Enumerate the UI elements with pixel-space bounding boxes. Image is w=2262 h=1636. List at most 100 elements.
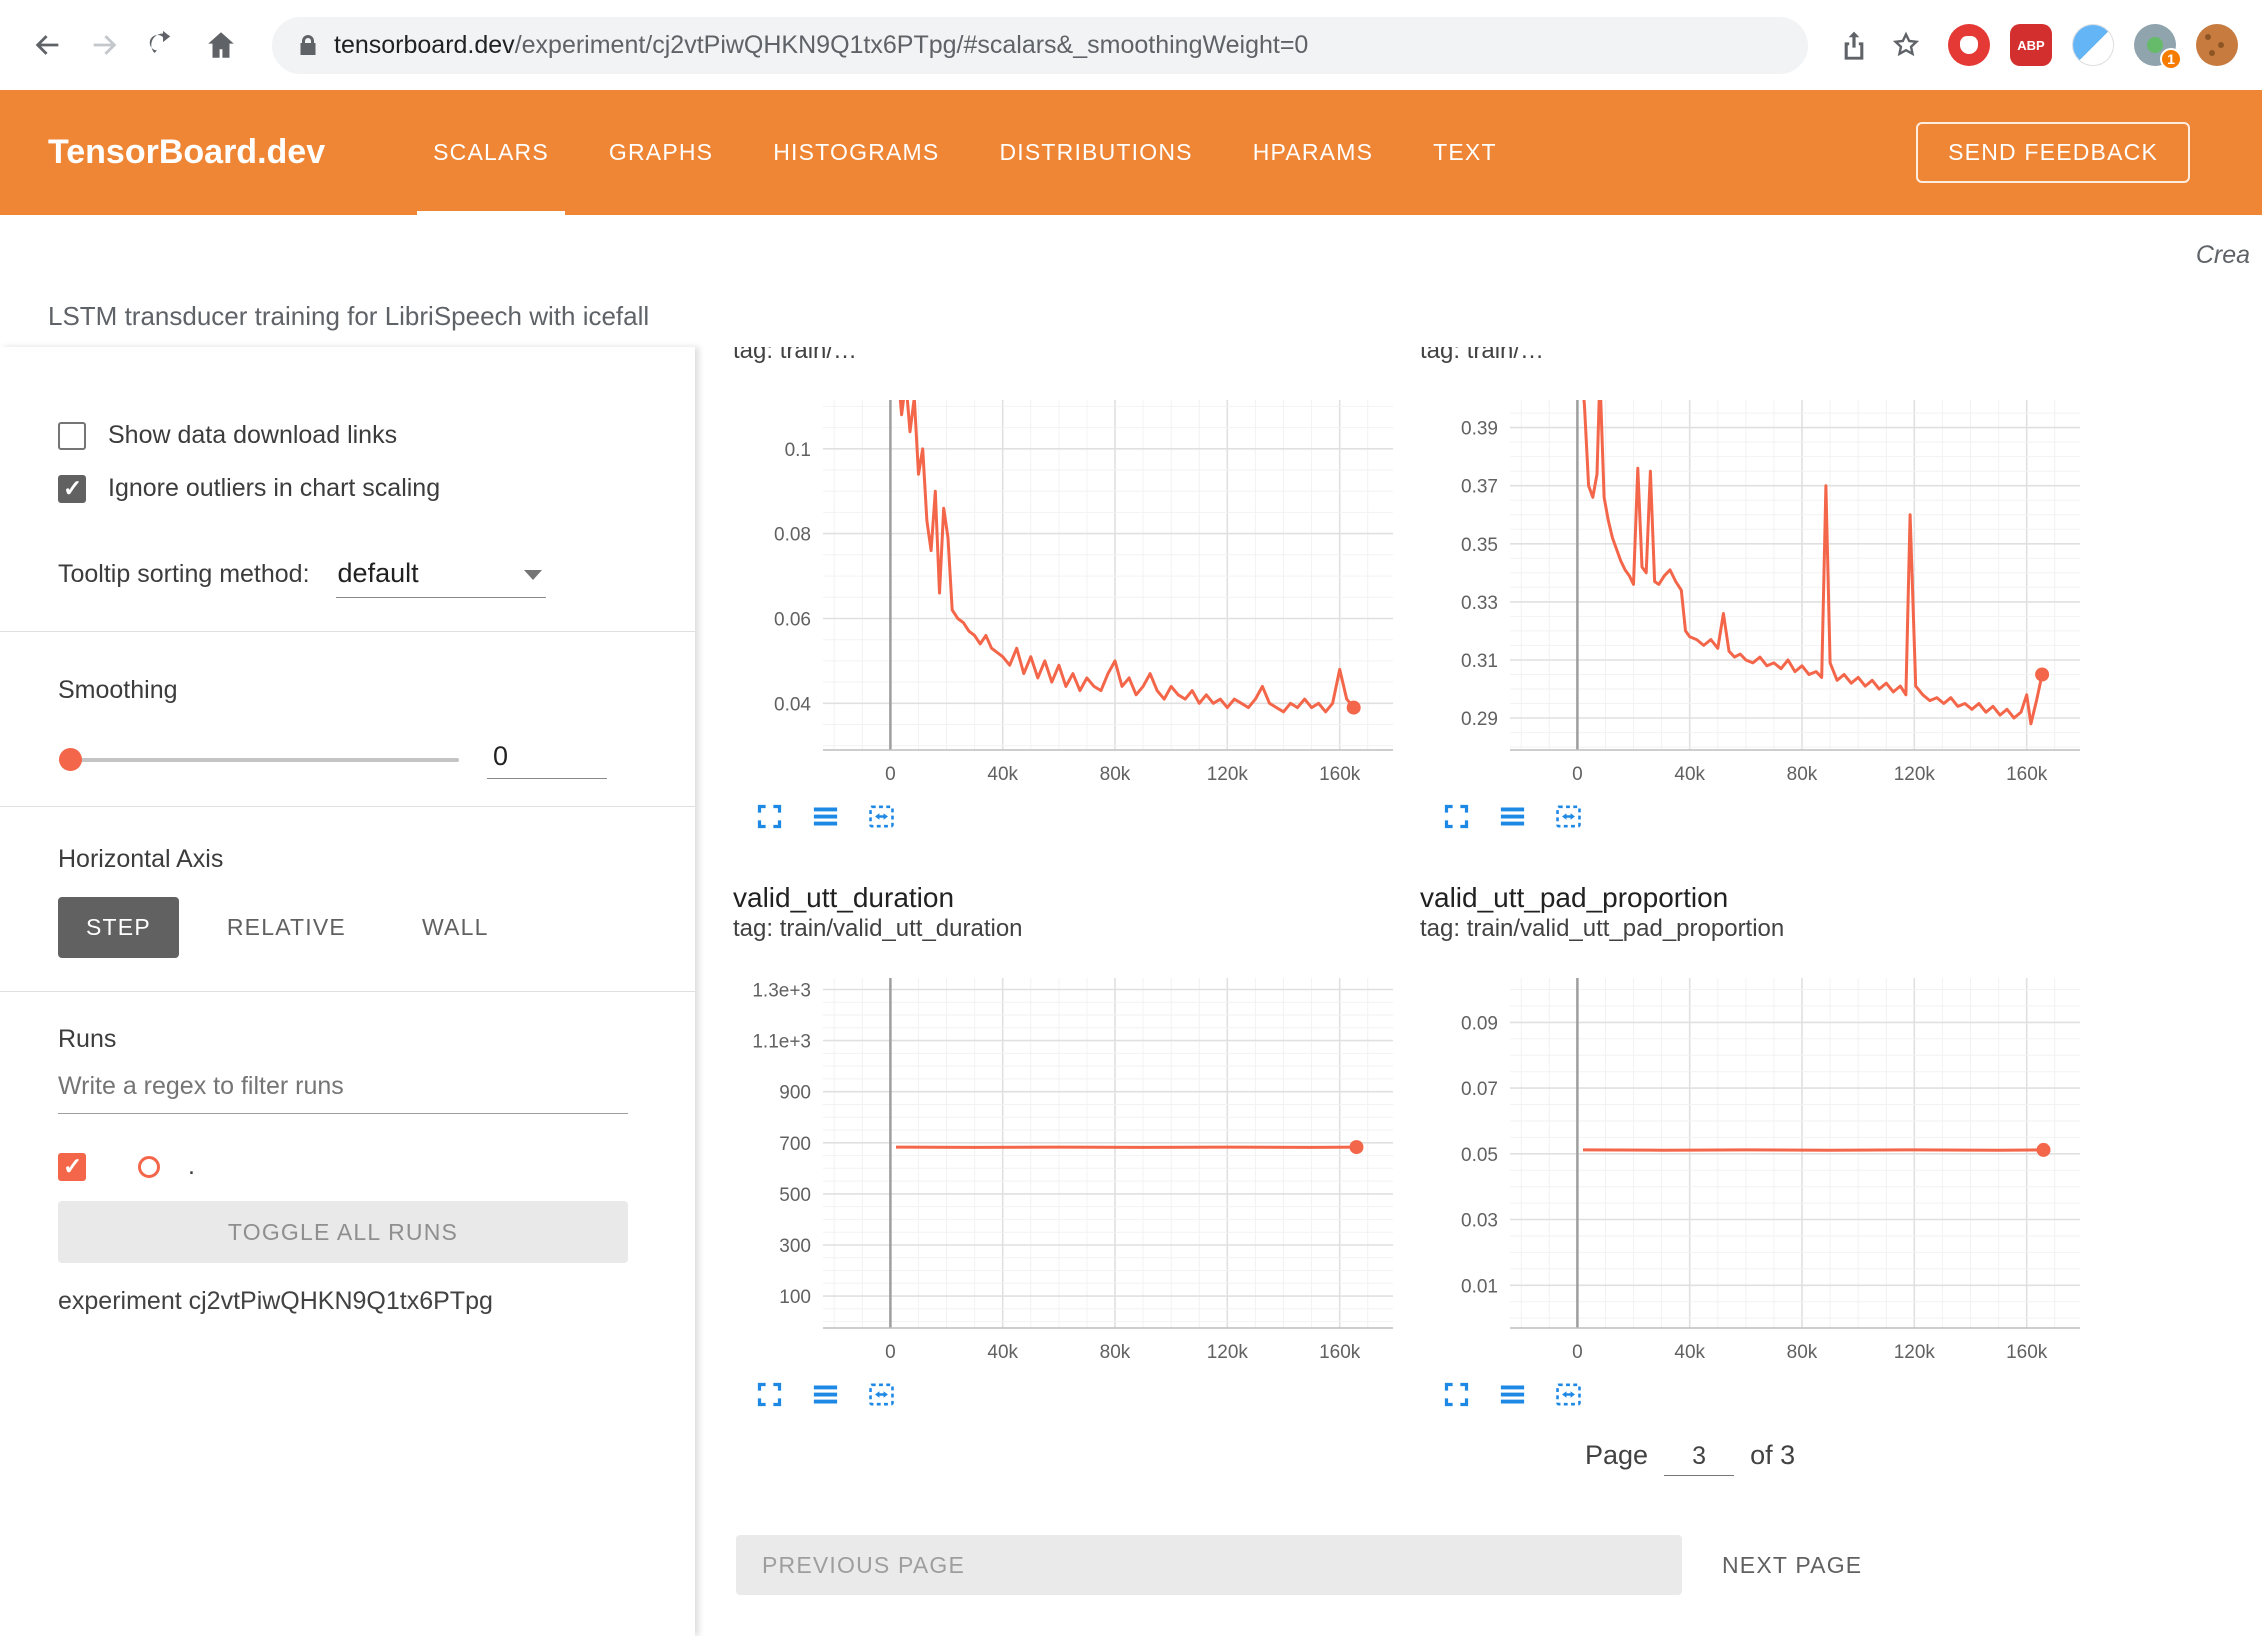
svg-text:1.1e+3: 1.1e+3 [752, 1032, 811, 1053]
runs-selector-icon[interactable] [807, 1376, 843, 1412]
divider [0, 806, 695, 807]
url-domain: tensorboard.dev [334, 31, 515, 59]
tab-hparams[interactable]: HPARAMS [1223, 90, 1403, 215]
svg-text:0.35: 0.35 [1461, 535, 1498, 556]
content: Show data download links Ignore outliers… [0, 347, 2262, 1636]
lock-icon[interactable] [296, 33, 320, 57]
tab-histograms[interactable]: HISTOGRAMS [743, 90, 969, 215]
svg-text:160k: 160k [1319, 1342, 1361, 1363]
run-checkbox[interactable] [58, 1153, 86, 1181]
svg-text:0.04: 0.04 [774, 694, 811, 715]
app-logo[interactable]: TensorBoard.dev [48, 133, 325, 172]
horizontal-axis-label: Horizontal Axis [58, 845, 635, 874]
svg-text:0: 0 [1572, 1342, 1583, 1363]
url-bar[interactable]: tensorboard.dev/experiment/cj2vtPiwQHKN9… [272, 17, 1808, 74]
svg-text:0.31: 0.31 [1461, 651, 1498, 672]
ignore-outliers-label[interactable]: Ignore outliers in chart scaling [108, 474, 440, 503]
url-text: tensorboard.dev/experiment/cj2vtPiwQHKN9… [334, 31, 1308, 60]
runs-selector-icon[interactable] [1494, 1376, 1530, 1412]
show-download-links-label[interactable]: Show data download links [108, 421, 397, 450]
fit-domain-icon[interactable] [863, 1376, 899, 1412]
svg-text:0.03: 0.03 [1461, 1211, 1498, 1232]
fullscreen-icon[interactable] [1438, 1376, 1474, 1412]
extension-abp-icon[interactable]: ABP [2010, 24, 2052, 66]
line-chart[interactable]: 040k80k120k160k0.040.060.080.1 [733, 400, 1398, 790]
svg-text:0: 0 [885, 764, 896, 785]
svg-text:160k: 160k [2006, 1342, 2048, 1363]
chart-title: valid_utt_pad_proportion [1420, 880, 2085, 916]
tab-text[interactable]: TEXT [1403, 90, 1527, 215]
fullscreen-icon[interactable] [1438, 798, 1474, 834]
share-icon[interactable] [1832, 23, 1876, 67]
line-chart[interactable]: 040k80k120k160k0.290.310.330.350.370.39 [1420, 400, 2085, 790]
fullscreen-icon[interactable] [751, 1376, 787, 1412]
axis-button-relative[interactable]: RELATIVE [199, 897, 374, 958]
svg-text:0: 0 [885, 1342, 896, 1363]
send-feedback-button[interactable]: SEND FEEDBACK [1916, 122, 2190, 183]
toggle-all-runs-button[interactable]: TOGGLE ALL RUNS [58, 1201, 628, 1263]
svg-text:120k: 120k [1894, 1342, 1936, 1363]
nav-tabs: SCALARSGRAPHSHISTOGRAMSDISTRIBUTIONSHPAR… [403, 90, 1527, 215]
extension-blue-icon[interactable] [2072, 24, 2114, 66]
chart-actions [733, 1376, 1398, 1412]
tooltip-sorting-select[interactable]: default [336, 558, 546, 598]
svg-text:120k: 120k [1894, 764, 1936, 785]
ignore-outliers-row[interactable]: Ignore outliers in chart scaling [58, 474, 635, 503]
run-row[interactable]: . [58, 1152, 635, 1181]
svg-text:0.29: 0.29 [1461, 709, 1498, 730]
fit-domain-icon[interactable] [1550, 798, 1586, 834]
svg-text:80k: 80k [1787, 1342, 1818, 1363]
runs-regex-input[interactable] [58, 1072, 628, 1114]
chart-title: valid_utt_duration [733, 880, 1398, 916]
url-path: /experiment/cj2vtPiwQHKN9Q1tx6PTpg/#scal… [515, 31, 1309, 59]
chevron-down-icon [524, 570, 542, 580]
home-icon[interactable] [198, 22, 244, 68]
divider [0, 631, 695, 632]
show-download-links-row[interactable]: Show data download links [58, 421, 635, 450]
tab-graphs[interactable]: GRAPHS [579, 90, 743, 215]
bookmark-star-icon[interactable] [1884, 23, 1928, 67]
line-chart[interactable]: 040k80k120k160k1003005007009001.1e+31.3e… [733, 978, 1398, 1368]
previous-page-button[interactable]: PREVIOUS PAGE [736, 1535, 1682, 1595]
svg-text:0: 0 [1572, 764, 1583, 785]
ignore-outliers-checkbox[interactable] [58, 475, 86, 503]
extension-cookie-icon[interactable] [2196, 24, 2238, 66]
svg-text:0.06: 0.06 [774, 610, 811, 631]
profile-avatar[interactable]: 1 [2134, 24, 2176, 66]
chart-tag: tag: train/… [733, 347, 1398, 364]
svg-text:1.3e+3: 1.3e+3 [752, 981, 811, 1002]
svg-text:0.05: 0.05 [1461, 1145, 1498, 1166]
avatar-badge: 1 [2160, 48, 2182, 70]
fullscreen-icon[interactable] [751, 798, 787, 834]
svg-text:80k: 80k [1100, 1342, 1131, 1363]
show-download-links-checkbox[interactable] [58, 422, 86, 450]
line-chart[interactable]: 040k80k120k160k0.010.030.050.070.09 [1420, 978, 2085, 1368]
experiment-description: LSTM transducer training for LibriSpeech… [48, 301, 649, 332]
page-of-label: of 3 [1750, 1440, 1795, 1471]
smoothing-value-input[interactable] [487, 741, 607, 779]
reload-icon[interactable] [140, 22, 186, 68]
smoothing-slider[interactable] [64, 758, 459, 762]
charts-row-bottom: valid_utt_duration tag: train/valid_utt_… [695, 880, 2262, 1412]
chart-card: valid_utt_duration tag: train/valid_utt_… [733, 880, 1398, 1412]
page-number-input[interactable] [1664, 1442, 1734, 1476]
fit-domain-icon[interactable] [1550, 1376, 1586, 1412]
axis-button-wall[interactable]: WALL [394, 897, 517, 958]
next-page-button[interactable]: NEXT PAGE [1722, 1552, 1862, 1579]
subheader: Crea LSTM transducer training for LibriS… [0, 215, 2262, 347]
charts-row-top: tag: train/… 040k80k120k160k0.040.060.08… [695, 347, 2262, 834]
browser-window: tensorboard.dev/experiment/cj2vtPiwQHKN9… [0, 0, 2262, 1636]
smoothing-slider-handle[interactable] [59, 748, 82, 771]
fit-domain-icon[interactable] [863, 798, 899, 834]
svg-text:40k: 40k [1674, 1342, 1705, 1363]
runs-selector-icon[interactable] [1494, 798, 1530, 834]
tab-scalars[interactable]: SCALARS [403, 90, 579, 215]
chart-actions [733, 798, 1398, 834]
back-icon[interactable] [24, 22, 70, 68]
forward-icon[interactable] [82, 22, 128, 68]
settings-sidebar: Show data download links Ignore outliers… [0, 347, 695, 1636]
extension-blocker-icon[interactable] [1948, 24, 1990, 66]
runs-selector-icon[interactable] [807, 798, 843, 834]
tab-distributions[interactable]: DISTRIBUTIONS [969, 90, 1222, 215]
axis-button-step[interactable]: STEP [58, 897, 179, 958]
